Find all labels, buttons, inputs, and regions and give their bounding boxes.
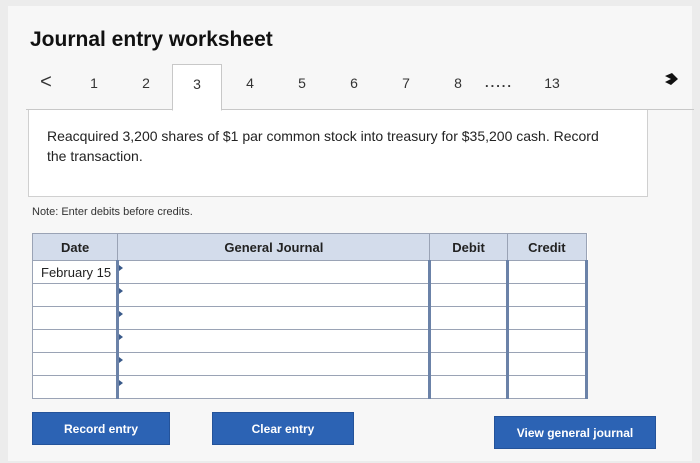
table-row bbox=[31, 283, 589, 307]
view-general-journal-button[interactable]: View general journal bbox=[494, 416, 656, 449]
tab-13[interactable]: 13 bbox=[532, 64, 572, 109]
debit-cell[interactable] bbox=[428, 260, 509, 284]
table-row bbox=[31, 306, 589, 330]
debit-cell[interactable] bbox=[428, 283, 509, 307]
tab-1[interactable]: 1 bbox=[74, 64, 114, 109]
date-cell[interactable] bbox=[31, 352, 119, 376]
clear-entry-button[interactable]: Clear entry bbox=[212, 412, 354, 445]
table-row bbox=[31, 352, 589, 376]
debit-cell[interactable] bbox=[428, 306, 509, 330]
tab-7[interactable]: 7 bbox=[386, 64, 426, 109]
account-cell[interactable] bbox=[116, 329, 432, 353]
account-cell[interactable] bbox=[116, 283, 432, 307]
dropdown-caret-icon bbox=[119, 288, 124, 294]
credit-cell[interactable] bbox=[505, 352, 589, 376]
account-cell[interactable] bbox=[116, 352, 432, 376]
dropdown-caret-icon bbox=[119, 334, 124, 340]
table-row bbox=[31, 375, 589, 399]
debit-cell[interactable] bbox=[428, 329, 509, 353]
credit-cell[interactable] bbox=[505, 329, 589, 353]
table-row bbox=[31, 329, 589, 353]
record-entry-button[interactable]: Record entry bbox=[32, 412, 170, 445]
header-debit: Debit bbox=[429, 233, 508, 261]
tab-3[interactable]: 3 bbox=[172, 64, 222, 111]
date-cell[interactable] bbox=[31, 375, 119, 399]
date-cell[interactable] bbox=[31, 306, 119, 330]
date-cell[interactable]: February 15 bbox=[31, 260, 119, 284]
account-cell[interactable] bbox=[116, 375, 432, 399]
prev-tab-icon[interactable]: < bbox=[26, 64, 66, 109]
credit-cell[interactable] bbox=[505, 306, 589, 330]
table-row: February 15 bbox=[31, 260, 589, 284]
header-date: Date bbox=[31, 233, 119, 261]
account-cell[interactable] bbox=[116, 260, 432, 284]
dropdown-caret-icon bbox=[119, 357, 124, 363]
credit-cell[interactable] bbox=[505, 375, 589, 399]
entry-tabs: < 1 2 3 4 5 6 7 8 ..... 13 bbox=[26, 64, 694, 111]
tab-6[interactable]: 6 bbox=[334, 64, 374, 109]
journal-table: Date General Journal Debit Credit Februa… bbox=[31, 233, 589, 399]
entry-note: Note: Enter debits before credits. bbox=[32, 206, 193, 218]
page-title: Journal entry worksheet bbox=[30, 28, 273, 51]
date-cell[interactable] bbox=[31, 283, 119, 307]
tab-ellipsis: ..... bbox=[484, 75, 514, 90]
tab-8[interactable]: 8 bbox=[438, 64, 478, 109]
tab-2[interactable]: 2 bbox=[126, 64, 166, 109]
tab-5[interactable]: 5 bbox=[282, 64, 322, 109]
credit-cell[interactable] bbox=[505, 260, 589, 284]
header-credit: Credit bbox=[506, 233, 588, 261]
debit-cell[interactable] bbox=[428, 375, 509, 399]
question-box: Reacquired 3,200 shares of $1 par common… bbox=[28, 110, 648, 197]
tab-4[interactable]: 4 bbox=[230, 64, 270, 109]
table-header-row: Date General Journal Debit Credit bbox=[31, 233, 588, 261]
next-arrow-svg bbox=[665, 73, 678, 85]
date-cell[interactable] bbox=[31, 329, 119, 353]
header-general-journal: General Journal bbox=[117, 233, 431, 261]
account-cell[interactable] bbox=[116, 306, 432, 330]
question-text: Reacquired 3,200 shares of $1 par common… bbox=[47, 128, 599, 164]
dropdown-caret-icon bbox=[119, 380, 124, 386]
debit-cell[interactable] bbox=[428, 352, 509, 376]
dropdown-caret-icon bbox=[119, 311, 124, 317]
worksheet-panel: Journal entry worksheet < 1 2 3 4 5 6 7 … bbox=[8, 6, 694, 461]
credit-cell[interactable] bbox=[505, 283, 589, 307]
next-arrow-icon[interactable] bbox=[662, 70, 682, 90]
dropdown-caret-icon bbox=[119, 265, 124, 271]
